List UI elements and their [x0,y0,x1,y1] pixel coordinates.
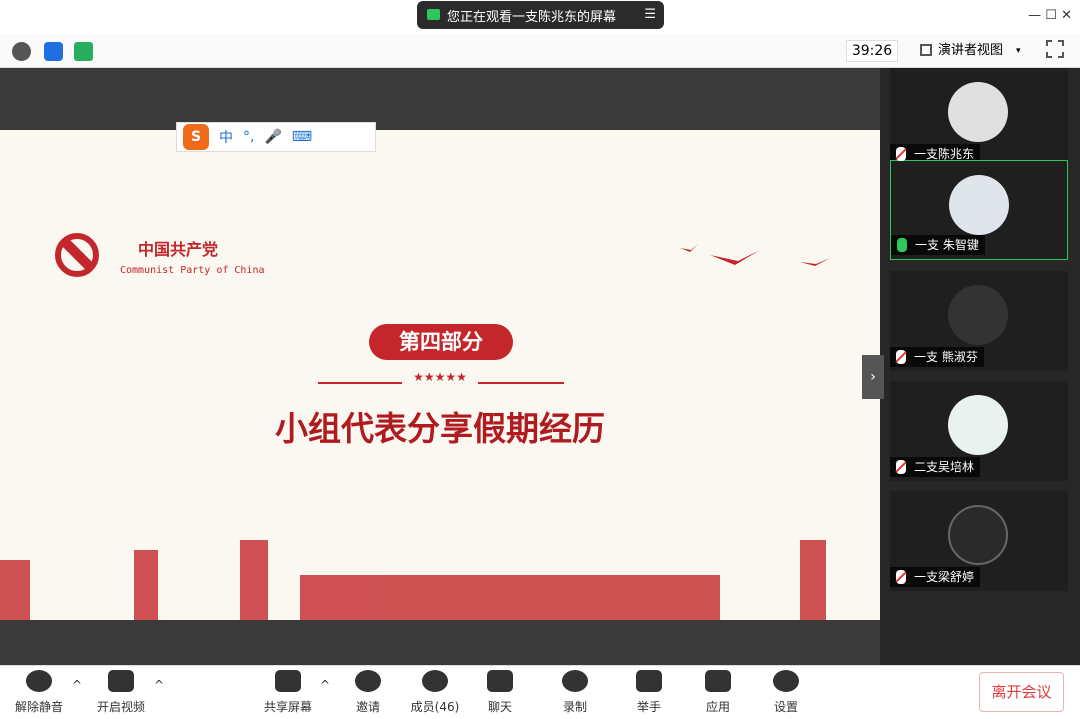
chat-icon [487,670,513,692]
start-video-button[interactable]: 开启视频 [84,668,158,716]
party-logo: 中国共产党 Communist Party of China [52,229,265,283]
mic-muted-icon [896,350,906,364]
settings-button[interactable]: 设置 [749,668,823,716]
ime-toolbar[interactable]: S 中 °, 🎤 ⌨ [176,122,376,152]
bottom-controls: 解除静音 ^ 开启视频 ^ 共享屏幕 ^ 邀请 成员(46) 聊天 录制 举手 … [0,665,1080,719]
ime-item[interactable]: 🎤 [264,129,281,145]
menu-icon[interactable]: ☰ [644,7,656,22]
button-label: 录制 [562,700,587,714]
skyline-graphic [0,540,826,620]
ime-item[interactable]: ⌨ [292,129,312,145]
signal-icon[interactable] [74,42,93,61]
button-label: 共享屏幕 [263,700,312,714]
members-button[interactable]: 成员(46) [398,668,472,716]
shared-screen: 中国共产党 Communist Party of China 第四部分 ★★★★… [0,68,880,665]
speaker-view-button[interactable]: 演讲者视图 ▾ [912,40,1034,62]
participant-panel: 一支陈兆东 一支 朱智键 一支 熊淑芬 二支吴培林 一支梁舒婷 [880,68,1080,665]
presentation-slide: 中国共产党 Communist Party of China 第四部分 ★★★★… [0,130,880,620]
participant-tile[interactable]: 一支 熊淑芬 [890,271,1068,371]
button-label: 解除静音 [14,700,63,714]
avatar [948,505,1008,565]
fullscreen-icon[interactable] [1046,40,1064,58]
invite-icon [355,670,381,692]
raise-hand-button[interactable]: 举手 [612,668,686,716]
mic-muted-icon [896,570,906,584]
button-label: 聊天 [487,700,512,714]
audio-options-caret[interactable]: ^ [72,678,82,692]
close-button[interactable]: ✕ [1061,8,1072,23]
mic-active-icon [897,238,907,252]
view-label: 演讲者视图 [938,43,1004,58]
avatar [948,285,1008,345]
mic-muted-icon [896,147,906,161]
shield-icon[interactable] [44,42,63,61]
participant-tile[interactable]: 一支陈兆东 [890,68,1068,168]
chevron-down-icon: ▾ [1016,46,1021,56]
video-options-caret[interactable]: ^ [154,678,164,692]
avatar [948,395,1008,455]
video-feed [949,175,1009,235]
ime-item[interactable]: °, [243,129,254,145]
collapse-panel-button[interactable]: › [862,355,884,399]
birds-graphic [680,244,830,266]
meeting-toolbar: 39:26 演讲者视图 ▾ [0,34,1080,68]
slide-title: 小组代表分享假期经历 [275,409,605,448]
share-screen-button[interactable]: 共享屏幕 [251,668,325,716]
button-label: 成员(46) [410,700,460,714]
meeting-timer: 39:26 [846,40,898,62]
button-label: 设置 [773,700,798,714]
button-label: 邀请 [355,700,380,714]
section-badge: 第四部分 [369,324,513,360]
ime-item[interactable]: 中 [219,127,233,147]
participant-tile[interactable]: 一支梁舒婷 [890,491,1068,591]
button-label: 举手 [636,700,661,714]
minimize-button[interactable]: — [1028,8,1041,23]
top-bar: 您正在观看一支陈兆东的屏幕 ☰ — ☐ ✕ [0,0,1080,34]
share-screen-icon [275,670,301,692]
settings-icon [773,670,799,692]
button-label: 开启视频 [96,700,145,714]
window-controls: — ☐ ✕ [1028,8,1072,23]
stars-decoration: ★★★★★ [402,370,478,384]
leave-meeting-button[interactable]: 离开会议 [979,672,1064,712]
button-label: 应用 [705,700,730,714]
participant-tile-active[interactable]: 一支 朱智键 [890,160,1068,260]
share-options-caret[interactable]: ^ [320,678,330,692]
members-icon [422,670,448,692]
party-name-zh: 中国共产党 [138,240,219,259]
record-icon [562,670,588,692]
screen-share-banner[interactable]: 您正在观看一支陈兆东的屏幕 ☰ [417,1,664,29]
apps-icon [705,670,731,692]
record-button[interactable]: 录制 [538,668,612,716]
mic-muted-icon [896,460,906,474]
mic-muted-icon [26,670,52,692]
invite-button[interactable]: 邀请 [331,668,405,716]
raise-hand-icon [636,670,662,692]
video-feed [948,82,1008,142]
maximize-button[interactable]: ☐ [1045,8,1057,23]
party-name-en: Communist Party of China [120,265,265,276]
participant-tile[interactable]: 二支吴培林 [890,381,1068,481]
unmute-button[interactable]: 解除静音 [2,668,76,716]
video-off-icon [108,670,134,692]
banner-text: 您正在观看一支陈兆东的屏幕 [447,9,617,25]
sogou-logo: S [183,124,209,150]
info-icon[interactable] [12,42,31,61]
view-layout-icon [920,44,932,56]
share-indicator-icon [427,9,440,20]
chat-button[interactable]: 聊天 [463,668,537,716]
hammer-sickle-icon [55,233,99,277]
apps-button[interactable]: 应用 [681,668,755,716]
